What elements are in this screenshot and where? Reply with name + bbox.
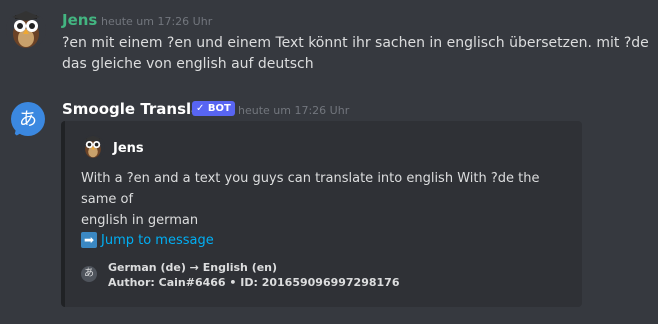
jump-to-message-link[interactable]: ➡ Jump to message [81, 232, 214, 248]
translate-bot-avatar[interactable]: あ [8, 99, 48, 139]
message-content: ?en mit einem ?en und einem Text könnt i… [62, 33, 652, 75]
embed-footer-languages: German (de) → English (en) [108, 261, 278, 274]
message-timestamp: heute um 17:26 Uhr [238, 104, 350, 117]
bot-badge: ✓ BOT [192, 101, 235, 116]
svg-text:あ: あ [19, 109, 37, 130]
embed-description: With a ?en and a text you guys can trans… [81, 168, 557, 231]
message-content-line: das gleiche von english auf deutsch [62, 56, 314, 72]
translate-icon: あ [11, 102, 45, 137]
owl-icon [6, 10, 46, 50]
author-name[interactable]: Jens [62, 11, 97, 29]
message-timestamp: heute um 17:26 Uhr [101, 15, 213, 28]
embed-author-name: Jens [113, 141, 144, 156]
translation-embed: Jens With a ?en and a text you guys can … [61, 121, 582, 307]
owl-avatar[interactable] [6, 10, 46, 50]
translate-footer-icon: あ [81, 266, 97, 282]
message-content-line: ?en mit einem ?en und einem Text könnt i… [62, 35, 649, 51]
right-arrow-icon: ➡ [81, 232, 97, 248]
embed-footer-author: Author: Cain#6466 • ID: 2016590969972981… [108, 276, 400, 289]
embed-description-line: With a ?en and a text you guys can trans… [81, 171, 540, 207]
embed-description-line: english in german [81, 213, 199, 228]
embed-author-avatar [81, 135, 105, 159]
jump-label: Jump to message [101, 232, 214, 248]
owl-icon [81, 135, 105, 159]
